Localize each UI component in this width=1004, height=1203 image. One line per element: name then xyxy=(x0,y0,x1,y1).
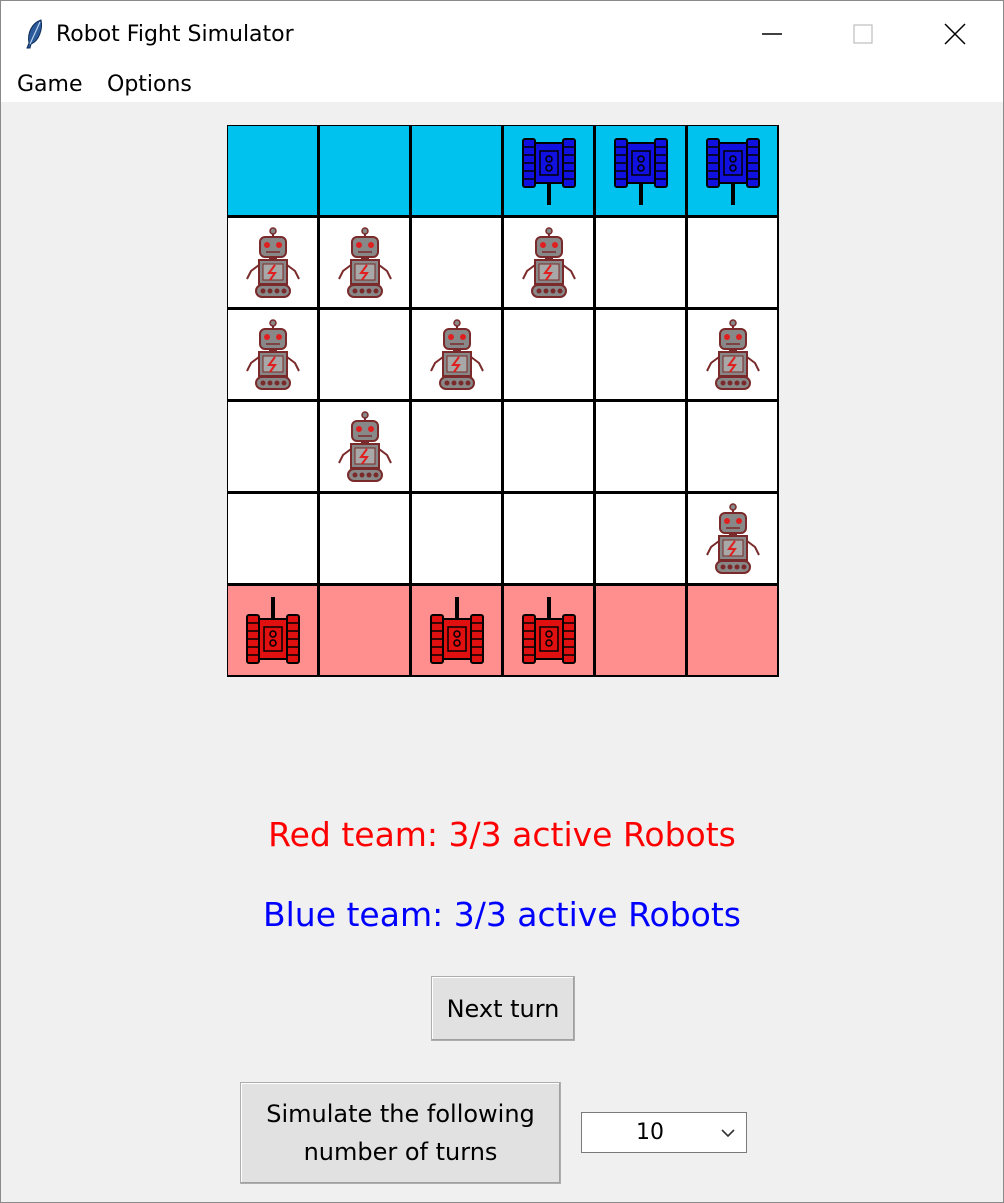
board-cell xyxy=(319,309,411,401)
minimize-button[interactable] xyxy=(726,1,818,67)
board-cell xyxy=(595,217,687,309)
minimize-icon xyxy=(762,33,782,35)
title-bar: Robot Fight Simulator xyxy=(1,1,1003,67)
board-cell xyxy=(227,401,319,493)
maximize-icon xyxy=(853,24,873,44)
next-turn-label: Next turn xyxy=(446,994,560,1023)
board-cell xyxy=(319,401,411,493)
board-cell xyxy=(319,493,411,585)
board-cell xyxy=(227,309,319,401)
board-cell xyxy=(595,493,687,585)
board-cell xyxy=(503,217,595,309)
blue-tank-icon xyxy=(613,135,669,207)
feather-icon xyxy=(26,19,42,49)
board-cell xyxy=(687,125,779,217)
chevron-down-icon xyxy=(721,1129,735,1138)
blue-tank-icon xyxy=(521,135,577,207)
board-cell xyxy=(687,217,779,309)
app-window: Robot Fight Simulator Game Options Red t… xyxy=(0,0,1004,1203)
robot-icon xyxy=(242,318,304,391)
board-cell xyxy=(595,585,687,677)
turns-select[interactable]: 10 xyxy=(581,1112,747,1153)
board-cell xyxy=(227,125,319,217)
board-cell xyxy=(319,217,411,309)
board-cell xyxy=(595,125,687,217)
board-cell xyxy=(411,125,503,217)
menu-bar: Game Options xyxy=(1,67,1003,102)
board-cell xyxy=(411,493,503,585)
robot-icon xyxy=(242,226,304,299)
board-cell xyxy=(687,585,779,677)
simulate-label-line1: Simulate the following xyxy=(266,1100,535,1128)
menu-options[interactable]: Options xyxy=(105,72,194,97)
board-cell xyxy=(411,217,503,309)
board-cell xyxy=(595,401,687,493)
red-tank-icon xyxy=(521,595,577,667)
robot-icon xyxy=(426,318,488,391)
board-cell xyxy=(687,493,779,585)
board-cell xyxy=(595,309,687,401)
board-cell xyxy=(503,401,595,493)
menu-game[interactable]: Game xyxy=(15,72,85,97)
board-cell xyxy=(503,125,595,217)
window-title: Robot Fight Simulator xyxy=(56,22,294,47)
robot-icon xyxy=(334,226,396,299)
blue-team-status: Blue team: 3/3 active Robots xyxy=(262,895,742,934)
close-icon xyxy=(944,23,966,45)
simulate-label-line2: number of turns xyxy=(303,1138,498,1166)
board-cell xyxy=(687,401,779,493)
board-cell xyxy=(319,585,411,677)
board-cell xyxy=(319,125,411,217)
robot-icon xyxy=(518,226,580,299)
board-cell xyxy=(411,309,503,401)
robot-icon xyxy=(702,318,764,391)
simulate-turns-button[interactable]: Simulate the following number of turns xyxy=(240,1082,561,1184)
blue-tank-icon xyxy=(705,135,761,207)
board-cell xyxy=(503,585,595,677)
game-board xyxy=(227,125,779,677)
red-tank-icon xyxy=(245,595,301,667)
board-cell xyxy=(411,585,503,677)
turns-select-value: 10 xyxy=(636,1120,664,1145)
next-turn-button[interactable]: Next turn xyxy=(431,976,575,1041)
red-tank-icon xyxy=(429,595,485,667)
board-cell xyxy=(503,493,595,585)
board-cell xyxy=(227,585,319,677)
robot-icon xyxy=(334,410,396,483)
board-cell xyxy=(227,217,319,309)
robot-icon xyxy=(702,502,764,575)
close-button[interactable] xyxy=(909,1,1001,67)
maximize-button[interactable] xyxy=(817,1,909,67)
red-team-status: Red team: 3/3 active Robots xyxy=(268,815,736,854)
board-cell xyxy=(503,309,595,401)
board-cell xyxy=(411,401,503,493)
board-cell xyxy=(227,493,319,585)
board-cell xyxy=(687,309,779,401)
